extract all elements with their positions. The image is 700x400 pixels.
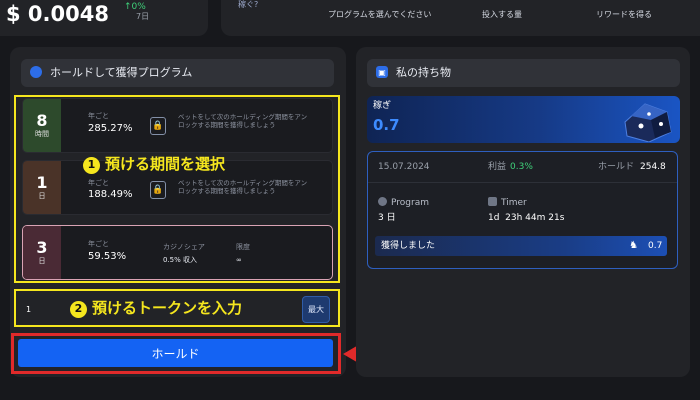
dice-gem-icon [624,103,672,142]
hold-amount-value: 254.8 [640,162,666,172]
timer-label: Timer [501,198,527,208]
obtained-value: 0.7 [648,241,663,251]
portfolio-icon: ▣ [376,66,388,78]
annotation-step-2: 2 [70,300,87,318]
step-amount: 投入する量 [482,10,522,19]
my-holdings-title: 私の持ち物 [396,66,451,79]
earnings-value: 0.7 [373,116,400,134]
annotation-enter-amount: 2 預けるトークンを入力 [70,299,242,318]
hold-program-title: ホールドして獲得プログラム [50,66,193,79]
step-reward: リワードを得る [596,10,652,19]
hold-button[interactable]: ホールド [18,339,333,367]
how-to-earn-link[interactable]: 稼ぐ? [238,0,258,10]
token-price: $ 0.0048 [6,2,109,26]
card-divider [368,182,677,183]
annotation-enter-amount-text: 預けるトークンを入力 [92,299,243,317]
annotation-period-box [14,95,340,283]
program-field: Program [378,197,429,209]
annotation-step-1: 1 [83,156,100,174]
program-value: 3 日 [378,213,396,223]
hold-amount-label: ホールド [598,162,635,172]
program-icon [30,66,42,78]
timer-icon [488,197,497,206]
max-button[interactable]: 最大 [302,296,330,323]
price-change-period: 7日 [136,12,150,21]
timer-field: Timer [488,197,527,209]
obtained-label: 獲得しました [381,241,436,251]
annotation-choose-period: 1 預ける期間を選択 [83,155,225,174]
earnings-label: 稼ぎ [373,101,392,111]
horse-icon: ♞ [629,240,638,251]
profit-value: 0.3% [510,162,533,172]
holding-date: 15.07.2024 [378,162,430,172]
program-icon [378,197,387,206]
annotation-choose-period-text: 預ける期間を選択 [105,155,226,173]
program-label: Program [391,198,429,208]
timer-value: 1d 23h 44m 21s [488,213,565,223]
profit-label: 利益 [488,162,507,172]
step-choose-program: プログラムを選んでください [328,10,432,19]
